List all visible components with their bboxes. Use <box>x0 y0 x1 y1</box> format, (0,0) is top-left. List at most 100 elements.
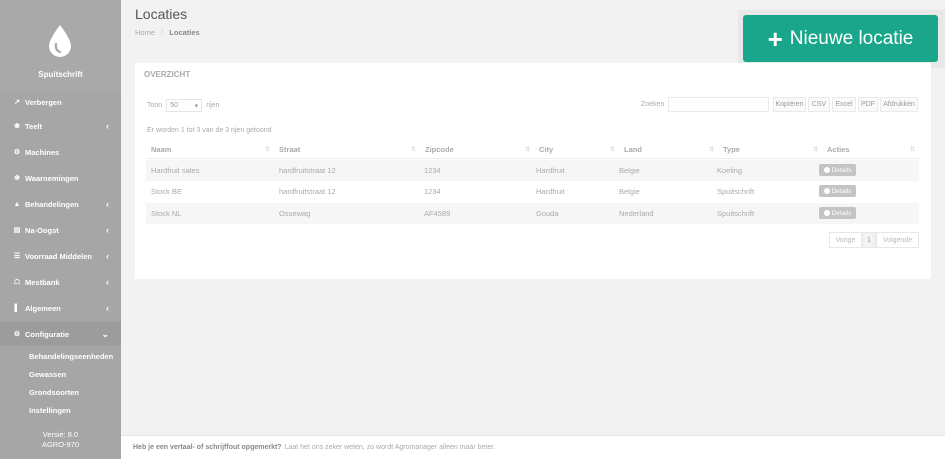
menu-label: Waarnemingen <box>25 173 79 183</box>
details-label: Details <box>831 166 852 174</box>
page-title: Locaties <box>135 6 188 22</box>
menu-label: Configuratie <box>25 329 70 339</box>
sort-icon: ⇅ <box>524 147 530 153</box>
menu-label: Voorraad Middelen <box>25 251 92 261</box>
column-label: City <box>539 145 554 154</box>
column-label: Zipcode <box>425 145 454 154</box>
column-header-type[interactable]: Type ⇅ <box>718 141 822 159</box>
table-row: Stock BE hardfruitstraat 12 1234 Hardfru… <box>146 181 919 202</box>
menu-item-configuratie[interactable]: ⚙ Configuratie ⌄ <box>0 322 121 346</box>
bank-icon: ☖ <box>13 279 21 286</box>
cell-zipcode: AF4589 <box>424 209 451 218</box>
chart-icon: ▌ <box>14 304 20 312</box>
menu-item-algemeen[interactable]: ▌ Algemeen ‹ <box>0 296 121 320</box>
plus-icon: + <box>767 23 783 54</box>
submenu-item-grondsoorten[interactable]: Grondsoorten <box>29 388 79 397</box>
menu-item-teelt[interactable]: ❀ Teelt ‹ <box>0 114 121 138</box>
column-header-straat[interactable]: Straat ⇅ <box>274 141 420 159</box>
menu-label: Teelt <box>25 121 42 131</box>
column-header-naam[interactable]: Naam ⇅ <box>146 141 274 159</box>
breadcrumb: Home / Locaties <box>135 28 200 37</box>
new-location-button[interactable]: + Nieuwe locatie <box>743 15 938 62</box>
column-header-zipcode[interactable]: Zipcode ⇅ <box>420 141 534 159</box>
cell-land: Belgie <box>619 166 640 175</box>
cell-straat: hardfruitstraat 12 <box>279 166 336 175</box>
details-label: Details <box>831 209 852 217</box>
table-row: Hardfruit sales hardfruitstraat 12 1234 … <box>146 160 919 181</box>
build-label: AGRO-970 <box>41 440 80 449</box>
chevron-down-icon: ▾ <box>194 102 199 110</box>
cell-land: Belgie <box>619 187 640 196</box>
submenu-item-instellingen[interactable]: Instellingen <box>29 406 71 415</box>
table-info: Er worden 1 tot 3 van de 3 rijen getoond <box>147 127 272 134</box>
details-button[interactable]: Details <box>819 185 856 197</box>
menu-label: Algemeen <box>25 303 61 313</box>
cell-naam: Stock BE <box>151 187 182 196</box>
menu-item-mestbank[interactable]: ☖ Mestbank ‹ <box>0 270 121 294</box>
column-label: Acties <box>827 145 850 154</box>
chevron-left-icon: ‹ <box>106 225 109 235</box>
column-header-land[interactable]: Land ⇅ <box>619 141 718 159</box>
csv-button[interactable]: CSV <box>808 97 830 112</box>
info-icon <box>823 167 830 173</box>
show-suffix: rijen <box>206 102 220 109</box>
cell-land: Nederland <box>619 209 654 218</box>
cell-naam: Stock NL <box>151 209 182 218</box>
column-label: Naam <box>151 145 172 154</box>
breadcrumb-home[interactable]: Home <box>135 28 155 37</box>
pagination-next[interactable]: Volgende <box>876 232 919 248</box>
footer: Heb je een vertaal- of schrijffout opgem… <box>121 435 945 459</box>
breadcrumb-separator: / <box>161 28 164 37</box>
chevron-left-icon: ‹ <box>106 303 109 313</box>
brand-name: Spuitschrift <box>38 70 83 79</box>
column-label: Type <box>723 145 740 154</box>
details-button[interactable]: Details <box>819 164 856 176</box>
list-icon: ☰ <box>13 253 21 260</box>
sort-icon: ⇅ <box>264 147 270 153</box>
chevron-left-icon: ‹ <box>106 277 109 287</box>
column-header-acties[interactable]: Acties ⇅ <box>822 141 919 159</box>
new-location-label: Nieuwe locatie <box>789 27 914 49</box>
cell-zipcode: 1234 <box>424 187 441 196</box>
menu-item-waarnemingen[interactable]: ✻ Waarnemingen <box>0 166 121 190</box>
search-input[interactable] <box>668 97 769 112</box>
details-button[interactable]: Details <box>819 207 856 219</box>
print-button[interactable]: Afdrukken <box>880 97 918 112</box>
chevron-left-icon: ‹ <box>106 199 109 209</box>
version-label: Versie: 8.0 <box>42 430 79 439</box>
details-label: Details <box>831 187 852 195</box>
sort-icon: ⇅ <box>708 147 714 153</box>
menu-label: Mestbank <box>25 277 60 287</box>
cell-type: Spuitschrift <box>717 187 755 196</box>
cell-naam: Hardfruit sales <box>151 166 200 175</box>
submenu-item-gewassen[interactable]: Gewassen <box>29 370 66 379</box>
page-length-select[interactable]: 50 ▾ <box>166 99 203 112</box>
table-row: Stock NL Ossewag AF4589 Gouda Nederland … <box>146 203 919 224</box>
copy-button[interactable]: Kopiëren <box>773 97 806 112</box>
sort-icon: ⇅ <box>410 147 416 153</box>
cell-city: Hardfruit <box>536 187 565 196</box>
excel-button[interactable]: Excel <box>832 97 856 112</box>
chevron-down-icon: ⌄ <box>101 328 109 339</box>
show-prefix: Toon <box>147 102 163 109</box>
column-header-city[interactable]: City ⇅ <box>534 141 619 159</box>
menu-item-voorraad-middelen[interactable]: ☰ Voorraad Middelen ‹ <box>0 244 121 268</box>
leaf-icon: ❀ <box>14 123 20 130</box>
gears-icon: ⚙ <box>13 149 21 156</box>
chevron-left-icon: ‹ <box>106 121 109 131</box>
menu-label: Behandelingen <box>25 199 79 209</box>
submenu-item-behandelingseenheden[interactable]: Behandelingseenheden <box>29 352 113 361</box>
info-icon <box>823 188 830 194</box>
menu-item-behandelingen[interactable]: ▲ Behandelingen ‹ <box>0 192 121 216</box>
pagination-page[interactable]: 1 <box>862 232 876 248</box>
pagination-previous[interactable]: Vorige <box>829 232 862 248</box>
menu-item-verbergen[interactable]: ↗ Verbergen <box>0 90 121 114</box>
pdf-button[interactable]: PDF <box>858 97 878 112</box>
sidebar: Spuitschrift ↗ Verbergen ❀ Teelt ‹ ⚙ Mac… <box>0 0 121 459</box>
bug-icon: ✻ <box>14 175 20 182</box>
menu-item-na-oogst[interactable]: ▤ Na-Oogst ‹ <box>0 218 121 242</box>
cell-straat: Ossewag <box>279 209 311 218</box>
menu-label: Machines <box>25 147 60 157</box>
menu-item-machines[interactable]: ⚙ Machines <box>0 140 121 164</box>
sort-icon: ⇅ <box>609 147 615 153</box>
